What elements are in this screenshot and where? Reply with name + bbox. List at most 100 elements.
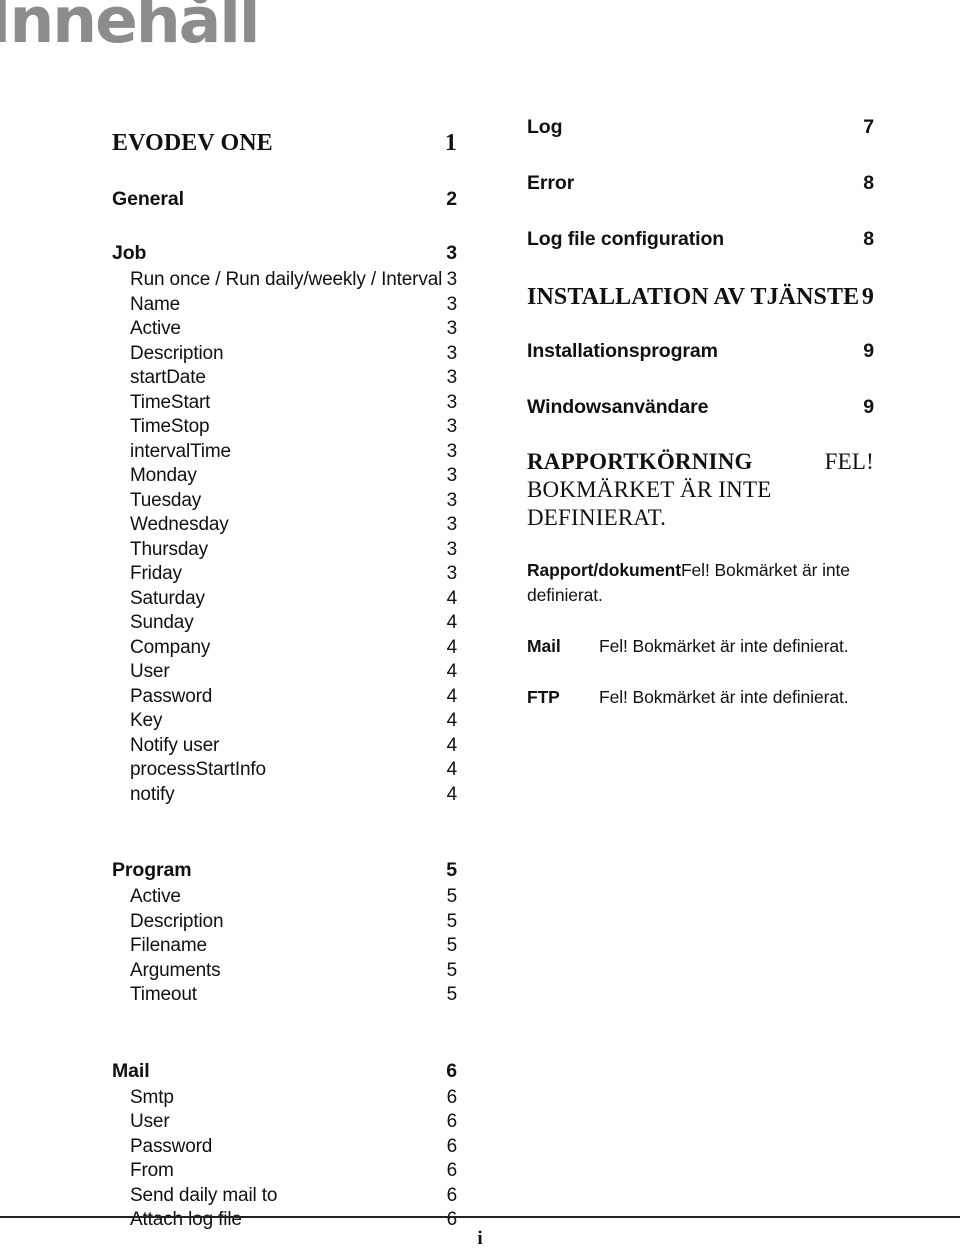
toc-entry[interactable]: Active 3: [112, 317, 457, 342]
toc-entry[interactable]: Log 7: [527, 112, 874, 142]
toc-entry-page: 7: [863, 116, 874, 138]
toc-entry[interactable]: intervalTime 3: [112, 440, 457, 465]
toc-entry-label: Arguments: [130, 959, 221, 981]
toc-entry-label: Wednesday: [130, 514, 229, 535]
toc-entry-label: EVODEV ONE: [112, 130, 273, 156]
broken-reference-row: Mail Fel! Bokmärket är inte definierat.: [527, 634, 874, 659]
toc-entry[interactable]: Password 6: [112, 1135, 457, 1160]
toc-entry-page: 6: [446, 1086, 458, 1108]
toc-entry-page: 3: [446, 489, 458, 511]
toc-entry[interactable]: Notify user 4: [112, 734, 457, 759]
toc-entry-page: 6: [446, 1184, 458, 1206]
toc-entry[interactable]: Wednesday 3: [112, 513, 457, 538]
toc-entry-page: 6: [446, 1135, 458, 1157]
toc-entry-page: 3: [446, 416, 458, 437]
toc-entry-label: notify: [130, 783, 175, 805]
toc-entry[interactable]: notify 4: [112, 783, 457, 808]
toc-entry[interactable]: Windowsanvändare 9: [527, 392, 874, 422]
toc-right-entries: Log 7 Error 8 Log file configuration 8 INSTALL…: [527, 112, 874, 422]
toc-entry[interactable]: General 2: [112, 184, 457, 214]
toc-entry-label: Description: [130, 910, 224, 932]
toc-entry-label: startDate: [130, 367, 206, 388]
toc-entry-page: 4: [446, 734, 458, 756]
toc-entry-label: processStartInfo: [130, 759, 266, 780]
toc-entry-label: Company: [130, 636, 211, 658]
toc-entry-page: 4: [446, 661, 458, 682]
toc-entry-label: Log: [527, 116, 563, 138]
toc-entry-page: 6: [446, 1160, 458, 1181]
toc-entry[interactable]: TimeStart 3: [112, 391, 457, 416]
toc-entry-label: Saturday: [130, 587, 205, 609]
toc-entry[interactable]: Company 4: [112, 636, 457, 661]
toc-entry-page: 3: [446, 242, 457, 264]
toc-entry-label: Windowsanvändare: [527, 396, 709, 418]
toc-entry-page: 3: [446, 367, 458, 388]
toc-entry[interactable]: Saturday 4: [112, 587, 457, 612]
toc-entry-page: 2: [446, 188, 457, 210]
broken-reference-paragraph: Rapport/dokumentFel! Bokmärket är inte d…: [527, 558, 874, 608]
toc-entry[interactable]: User 4: [112, 660, 457, 685]
toc-entry-page: 8: [863, 228, 874, 250]
toc-entry-page: 3: [446, 563, 458, 584]
toc-entry[interactable]: Sunday 4: [112, 611, 457, 636]
toc-entry[interactable]: Installationsprogram 9: [527, 336, 874, 366]
toc-entry[interactable]: Filename 5: [112, 934, 457, 959]
toc-entry[interactable]: Monday 3: [112, 464, 457, 489]
toc-entry[interactable]: Friday 3: [112, 562, 457, 587]
toc-entry-label: Error: [527, 172, 575, 194]
toc-entry-label: Sunday: [130, 612, 194, 633]
toc-entry-page: 6: [446, 1059, 457, 1082]
toc-entry[interactable]: Timeout 5: [112, 983, 457, 1008]
toc-entry[interactable]: Error 8: [527, 168, 874, 198]
toc-left-column: EVODEV ONE 1 General 2 Job 3 Run once / Run da…: [112, 126, 457, 1233]
toc-entry-label: Thursday: [130, 538, 209, 560]
toc-spacer: [112, 807, 457, 855]
toc-entry[interactable]: Description 5: [112, 910, 457, 935]
toc-entry[interactable]: From 6: [112, 1159, 457, 1184]
toc-entry-page: 8: [863, 172, 874, 194]
toc-entry-label: Program: [112, 859, 192, 881]
toc-entry-label: TimeStart: [130, 391, 211, 413]
toc-entry[interactable]: Log file configuration 8: [527, 224, 874, 254]
toc-entry-label: Monday: [130, 465, 197, 486]
toc-entry-page: 9: [863, 396, 874, 418]
toc-entry[interactable]: Run once / Run daily/weekly / Interval 3: [112, 268, 457, 293]
toc-entry[interactable]: User 6: [112, 1110, 457, 1135]
toc-entry[interactable]: Active 5: [112, 885, 457, 910]
toc-entry-label: Tuesday: [130, 489, 202, 511]
toc-entry[interactable]: Arguments 5: [112, 959, 457, 984]
toc-entry-label: Smtp: [130, 1086, 174, 1108]
broken-heading-title: RAPPORTKÖRNING: [527, 449, 753, 474]
toc-entry[interactable]: EVODEV ONE 1: [112, 126, 457, 160]
toc-entry[interactable]: Tuesday 3: [112, 489, 457, 514]
toc-entry-page: 4: [446, 783, 458, 805]
toc-entry-page: 5: [446, 984, 458, 1005]
toc-entry-page: 3: [446, 318, 458, 339]
toc-entry[interactable]: Name 3: [112, 293, 457, 318]
toc-entry-label: Friday: [130, 563, 182, 584]
toc-entry[interactable]: Description 3: [112, 342, 457, 367]
toc-entry[interactable]: processStartInfo 4: [112, 758, 457, 783]
toc-entry-label: Active: [130, 886, 181, 907]
toc-entry-label: General: [112, 188, 184, 210]
toc-entry-page: 4: [446, 612, 458, 633]
toc-entry[interactable]: INSTALLATION AV TJÄNSTEN 9: [527, 280, 874, 314]
toc-entry[interactable]: Smtp 6: [112, 1086, 457, 1111]
document-masthead: Innehåll: [0, 0, 960, 110]
toc-entry[interactable]: Password 4: [112, 685, 457, 710]
toc-entry-label: User: [130, 1111, 170, 1132]
toc-entry[interactable]: Key 4: [112, 709, 457, 734]
toc-entry[interactable]: startDate 3: [112, 366, 457, 391]
toc-entry-label: Name: [130, 293, 181, 315]
toc-entry[interactable]: Thursday 3: [112, 538, 457, 563]
toc-entry[interactable]: Program 5: [112, 855, 457, 885]
toc-entry[interactable]: TimeStop 3: [112, 415, 457, 440]
toc-spacer: [112, 214, 457, 238]
toc-entry[interactable]: Job 3: [112, 238, 457, 268]
broken-heading-error-rest: BOKMÄRKET ÄR INTE DEFINIERAT.: [527, 477, 772, 530]
broken-reference-row-key: FTP: [527, 687, 560, 707]
toc-entry[interactable]: Send daily mail to 6: [112, 1184, 457, 1209]
toc-entry[interactable]: Mail 6: [112, 1056, 457, 1086]
broken-reference-row-key: Mail: [527, 636, 561, 656]
broken-reference-row-value: Fel! Bokmärket är inte definierat.: [599, 687, 849, 707]
